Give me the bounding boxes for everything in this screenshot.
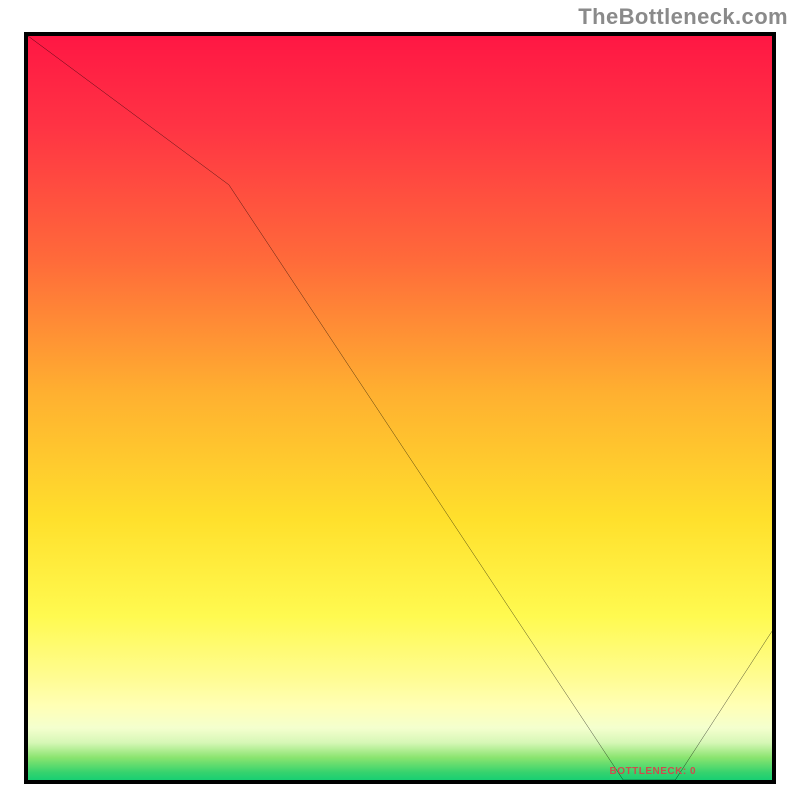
plot-area: BOTTLENECK: 0 [24, 32, 776, 784]
optimal-point-label: BOTTLENECK: 0 [610, 766, 697, 777]
attribution-label: TheBottleneck.com [578, 4, 788, 30]
line-plot-svg [28, 36, 772, 780]
data-line [28, 36, 772, 780]
chart-frame: TheBottleneck.com BOTTLENECK: 0 [0, 0, 800, 800]
